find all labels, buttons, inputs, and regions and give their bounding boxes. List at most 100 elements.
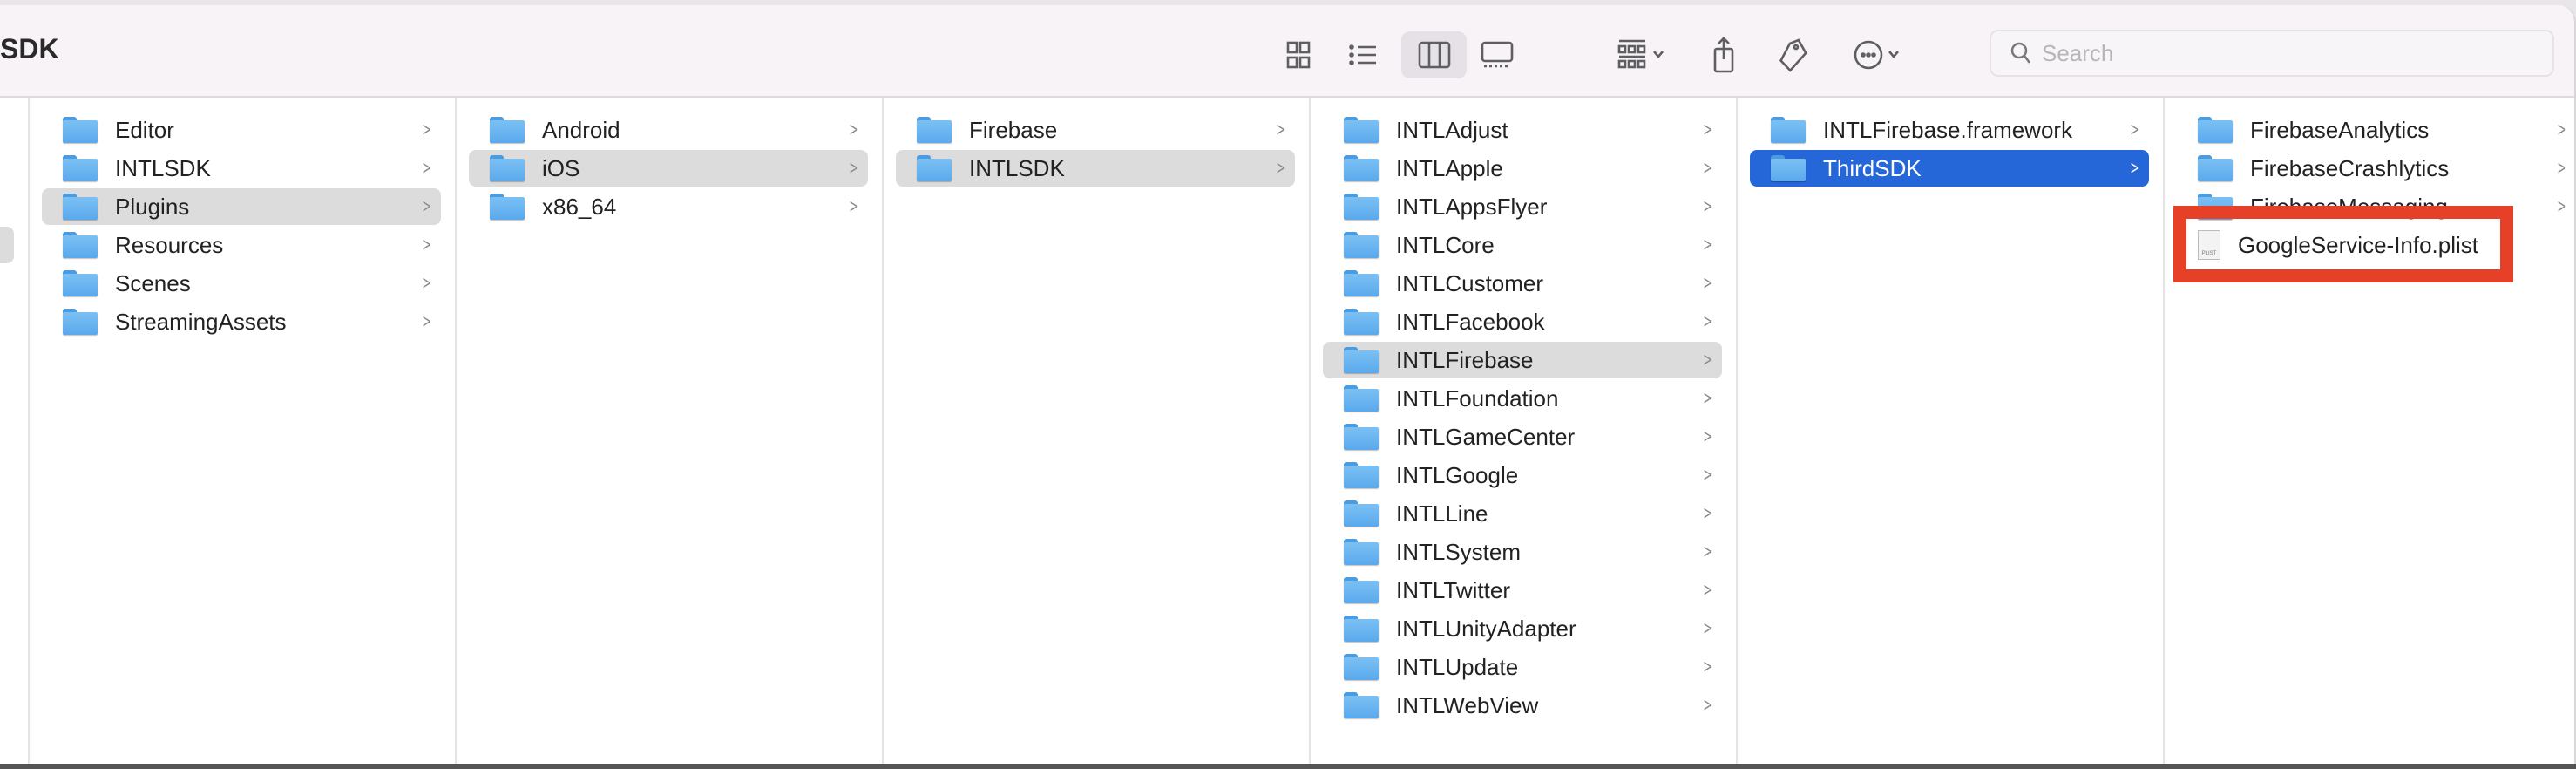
item-name: INTLUnityAdapter [1396,615,1576,642]
list-view-icon[interactable] [1344,31,1382,78]
folder-icon [1771,155,1806,181]
chevron-right-icon: > [1704,656,1712,677]
folder-icon [1344,462,1379,488]
search-icon [2010,42,2030,64]
folder-icon [1771,117,1806,143]
window-bottom-edge [0,764,2576,769]
folder-item[interactable]: ThirdSDK > [1750,150,2149,187]
more-actions-icon[interactable] [1847,31,1910,78]
folder-item[interactable]: Editor > [42,112,441,148]
column-parent [0,98,30,764]
item-name: Editor [115,116,174,143]
folder-item[interactable]: INTLGameCenter > [1323,419,1722,455]
folder-icon [490,194,525,220]
chevron-right-icon: > [2131,157,2139,179]
folder-icon [63,270,98,296]
folder-item[interactable]: StreamingAssets > [42,303,441,340]
folder-item[interactable]: x86_64 > [469,188,868,225]
chevron-right-icon: > [1704,464,1712,486]
chevron-right-icon: > [1704,425,1712,447]
item-name: INTLSDK [969,154,1065,181]
folder-item[interactable]: INTLFoundation > [1323,380,1722,417]
folder-item[interactable]: INTLWebView > [1323,687,1722,724]
item-name: INTLGoogle [1396,461,1519,488]
chevron-right-icon: > [1704,502,1712,524]
chevron-right-icon: > [2558,119,2566,140]
folder-item[interactable]: INTLFacebook > [1323,303,1722,340]
folder-item[interactable]: INTLLine > [1323,495,1722,532]
folder-item[interactable]: INTLGoogle > [1323,457,1722,493]
tag-icon[interactable] [1776,31,1811,78]
chevron-right-icon: > [1704,694,1712,716]
folder-icon [490,117,525,143]
column-parent-selected-row[interactable] [0,227,14,263]
group-icon[interactable] [1608,31,1676,78]
folder-item[interactable]: Scenes > [42,265,441,302]
folder-icon [2198,117,2233,143]
item-name: FirebaseAnalytics [2250,116,2430,143]
folder-item[interactable]: INTLApple > [1323,150,1722,187]
folder-icon [917,117,952,143]
column-3: Firebase > INTLSDK > [884,98,1311,764]
folder-item[interactable]: INTLFirebase.framework > [1750,112,2149,148]
folder-item[interactable]: INTLAdjust > [1323,112,1722,148]
folder-icon [1344,692,1379,718]
folder-item[interactable]: INTLCore > [1323,227,1722,263]
chevron-right-icon: > [2131,119,2139,140]
folder-item[interactable]: FirebaseCrashlytics > [2177,150,2574,187]
toolbar: SDK Search [0,5,2574,98]
item-name: Scenes [115,269,191,296]
item-name: FirebaseCrashlytics [2250,154,2450,181]
folder-item[interactable]: INTLUpdate > [1323,649,1722,685]
folder-item[interactable]: INTLSystem > [1323,534,1722,570]
folder-item[interactable]: Android > [469,112,868,148]
item-name: INTLFoundation [1396,384,1559,412]
folder-icon [1344,270,1379,296]
item-name: ThirdSDK [1823,154,1922,181]
folder-icon [63,232,98,258]
folder-icon [63,309,98,335]
folder-item[interactable]: INTLFirebase > [1323,342,1722,378]
folder-icon [1344,577,1379,603]
column-view-icon[interactable] [1401,31,1467,78]
folder-item[interactable]: Plugins > [42,188,441,225]
chevron-right-icon: > [850,157,858,179]
chevron-right-icon: > [1704,387,1712,409]
chevron-right-icon: > [1704,234,1712,255]
chevron-right-icon: > [423,195,431,217]
folder-item[interactable]: INTLCustomer > [1323,265,1722,302]
item-name: INTLLine [1396,500,1488,527]
chevron-right-icon: > [1704,349,1712,371]
folder-icon [1344,117,1379,143]
chevron-right-icon: > [1704,541,1712,562]
chevron-right-icon: > [423,310,431,332]
item-name: INTLSystem [1396,538,1522,565]
chevron-right-icon: > [1704,272,1712,294]
folder-item[interactable]: Firebase > [896,112,1295,148]
gallery-view-icon[interactable] [1478,31,1516,78]
icon-view-icon[interactable] [1281,31,1316,78]
column-5: INTLFirebase.framework > ThirdSDK > [1738,98,2165,764]
chevron-right-icon: > [2558,157,2566,179]
window-title: SDK [0,33,59,65]
folder-item[interactable]: iOS > [469,150,868,187]
folder-item[interactable]: INTLSDK > [42,150,441,187]
folder-item[interactable]: FirebaseAnalytics > [2177,112,2574,148]
finder-window: SDK Search Editor > INTLSDK > Plugins > Resour… [0,5,2576,764]
column-2: Android > iOS > x86_64 > [457,98,884,764]
chevron-right-icon: > [850,195,858,217]
folder-icon [1344,385,1379,412]
item-name: INTLAdjust [1396,116,1508,143]
folder-item[interactable]: Resources > [42,227,441,263]
share-icon[interactable] [1706,31,1741,78]
item-name: INTLFirebase.framework [1823,116,2073,143]
folder-item[interactable]: INTLTwitter > [1323,572,1722,609]
chevron-right-icon: > [1704,195,1712,217]
chevron-right-icon: > [423,234,431,255]
chevron-right-icon: > [2558,195,2566,217]
folder-item[interactable]: INTLUnityAdapter > [1323,610,1722,647]
search-input[interactable]: Search [1990,30,2554,77]
folder-item[interactable]: INTLAppsFlyer > [1323,188,1722,225]
folder-item[interactable]: INTLSDK > [896,150,1295,187]
item-name: Firebase [969,116,1058,143]
